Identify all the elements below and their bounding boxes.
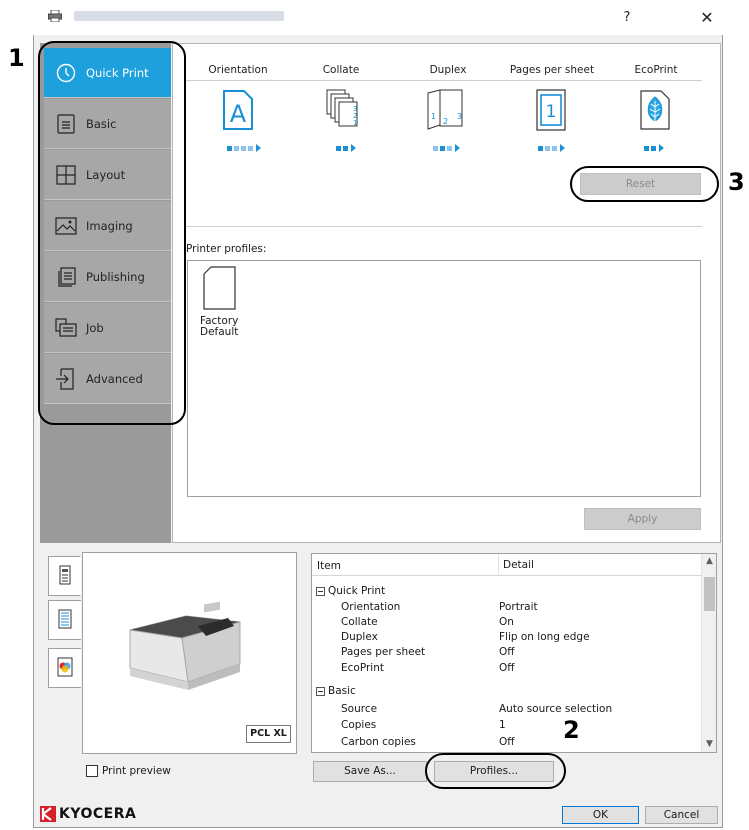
printer-profiles-label: Printer profiles: (186, 243, 267, 255)
column-header-pages-per-sheet: Pages per sheet (509, 64, 595, 76)
svg-text:1: 1 (353, 119, 357, 127)
callout-number: 1 (8, 44, 25, 72)
image-icon (54, 215, 78, 237)
profile-name: Factory Default (200, 315, 239, 338)
sidebar-item-job[interactable]: Job (44, 303, 171, 353)
ok-button[interactable]: OK (562, 806, 639, 824)
close-button[interactable]: ✕ (692, 8, 722, 28)
scroll-thumb[interactable] (704, 577, 715, 611)
ecoprint-leaf-icon[interactable] (639, 89, 671, 134)
divider (185, 80, 702, 81)
job-stack-icon (54, 317, 78, 339)
orientation-portrait-icon[interactable]: A (222, 89, 254, 134)
sidebar-item-label: Job (86, 320, 104, 335)
column-header-orientation: Orientation (208, 64, 268, 76)
advanced-arrow-icon (54, 367, 78, 390)
collapse-icon[interactable] (316, 587, 325, 596)
apply-button[interactable]: Apply (584, 508, 701, 530)
svg-text:1: 1 (546, 102, 557, 122)
color-icon (57, 657, 73, 680)
table-row: Source Auto source selection (341, 703, 613, 715)
table-row: EcoPrint Off (341, 662, 515, 674)
orientation-level-indicator (227, 144, 261, 152)
column-header-duplex: Duplex (429, 64, 467, 76)
sidebar-item-layout[interactable]: Layout (44, 150, 171, 200)
sidebar-item-advanced[interactable]: Advanced (44, 354, 171, 404)
divider (185, 226, 702, 227)
column-header-item: Item (317, 560, 341, 572)
tab-document-view[interactable] (48, 600, 81, 640)
profiles-button[interactable]: Profiles... (434, 761, 554, 782)
brand-name: KYOCERA (59, 806, 137, 822)
kyocera-mark-icon (40, 806, 56, 822)
scroll-down-icon[interactable]: ▼ (702, 737, 717, 752)
table-header: Item Detail (312, 554, 701, 576)
table-row: Carbon copies Off (341, 736, 515, 748)
window-title (74, 11, 284, 21)
table-row: Copies 1 (341, 719, 506, 731)
sidebar-item-label: Imaging (86, 218, 133, 233)
svg-text:3: 3 (457, 112, 462, 121)
scroll-up-icon[interactable]: ▲ (702, 554, 717, 569)
tab-printer-view[interactable] (48, 556, 81, 596)
ecoprint-level-indicator (644, 144, 664, 152)
sidebar-item-label: Advanced (86, 371, 143, 386)
collapse-icon[interactable] (316, 687, 325, 696)
svg-text:1: 1 (431, 112, 436, 121)
callout-number: 2 (563, 716, 580, 744)
document-lines-icon (54, 113, 78, 135)
callout-number: 3 (728, 168, 745, 196)
sidebar-item-quick-print[interactable]: Quick Print (44, 48, 171, 98)
sidebar-item-label: Publishing (86, 269, 145, 284)
profile-factory-default[interactable]: Factory Default (198, 266, 258, 346)
kyocera-logo: KYOCERA (40, 805, 136, 823)
help-button[interactable]: ? (612, 8, 642, 28)
document-icon (58, 609, 72, 632)
duplex-icon[interactable]: 123 (426, 89, 468, 134)
column-header-collate: Collate (322, 64, 360, 76)
publishing-icon (54, 266, 78, 288)
duplex-level-indicator (433, 144, 460, 152)
column-header-ecoprint: EcoPrint (634, 64, 678, 76)
sidebar-item-publishing[interactable]: Publishing (44, 252, 171, 302)
cancel-button[interactable]: Cancel (645, 806, 718, 824)
sidebar-item-label: Layout (86, 167, 126, 182)
sidebar-item-imaging[interactable]: Imaging (44, 201, 171, 251)
table-row: Collate On (341, 616, 514, 628)
table-row: Duplex Flip on long edge (341, 631, 590, 643)
clock-icon (54, 62, 78, 84)
table-row-group[interactable]: Basic (312, 684, 701, 699)
printer-profiles-list[interactable] (187, 260, 701, 497)
sidebar-item-basic[interactable]: Basic (44, 99, 171, 149)
pages-per-sheet-level-indicator (538, 144, 565, 152)
print-preview-label: Print preview (102, 765, 171, 777)
tab-color-view[interactable] (48, 648, 81, 688)
printer-icon (48, 9, 62, 23)
printer-icon (58, 565, 72, 588)
svg-text:A: A (230, 100, 247, 128)
printer-image (116, 601, 246, 699)
reset-button[interactable]: Reset (580, 173, 701, 195)
blank-page-icon (203, 266, 236, 313)
sidebar-item-label: Basic (86, 116, 117, 131)
print-preview-checkbox[interactable] (86, 765, 98, 777)
save-as-button[interactable]: Save As... (313, 761, 427, 782)
svg-text:2: 2 (443, 117, 448, 126)
pages-per-sheet-icon[interactable]: 1 (536, 89, 566, 134)
table-row: Orientation Portrait (341, 601, 538, 613)
sidebar-item-label: Quick Print (86, 65, 149, 80)
collate-icon[interactable]: 321 (326, 89, 362, 134)
table-row-group[interactable]: Quick Print (312, 584, 701, 599)
collate-level-indicator (336, 144, 356, 152)
vertical-scrollbar[interactable]: ▲ ▼ (701, 554, 716, 752)
pdl-badge: PCL XL (246, 725, 291, 743)
grid-layout-icon (54, 164, 78, 186)
table-row: Pages per sheet Off (341, 646, 515, 658)
column-header-detail: Detail (498, 554, 534, 576)
